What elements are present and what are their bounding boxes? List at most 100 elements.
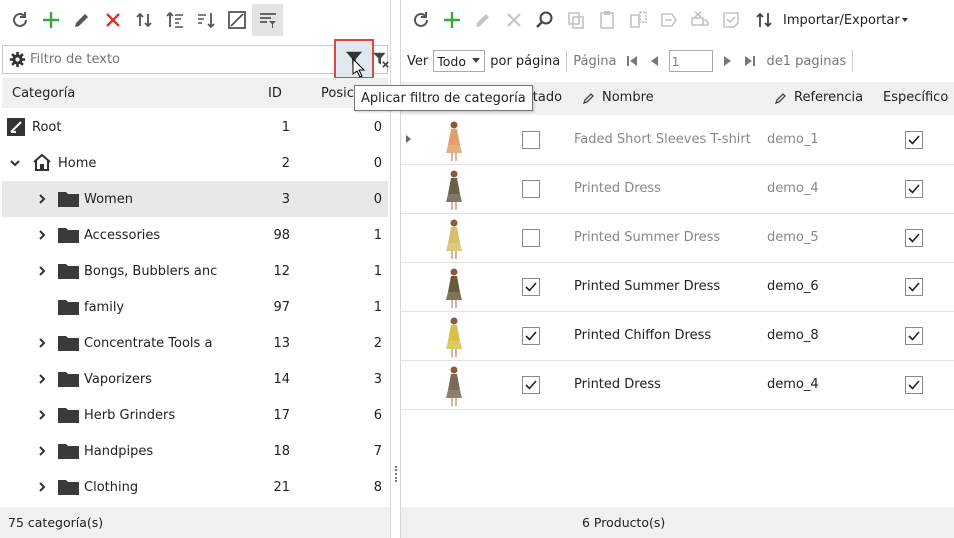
move-button[interactable] — [128, 4, 159, 36]
reference-column-header[interactable]: Referencia — [774, 90, 863, 105]
folder-icon — [58, 263, 79, 279]
sort-down-button[interactable] — [190, 4, 221, 36]
category-row-handpipes[interactable]: Handpipes 18 7 — [2, 433, 388, 469]
close-icon — [105, 13, 120, 27]
delete-button[interactable] — [97, 4, 128, 36]
category-position: 1 — [373, 263, 382, 279]
category-row-women[interactable]: Women 3 0 — [2, 181, 388, 217]
text-filter-input[interactable] — [28, 47, 328, 72]
product-name: Printed Chiffon Dress — [574, 328, 712, 343]
import-export-menu[interactable]: Importar/Exportar — [783, 13, 908, 28]
product-row[interactable]: Faded Short Sleeves T-shirt demo_1 — [401, 116, 954, 165]
product-row[interactable]: Printed Dress demo_4 — [401, 361, 954, 410]
product-name: Printed Dress — [574, 181, 661, 196]
specific-checkbox[interactable] — [905, 131, 923, 149]
chevron-right-icon[interactable] — [35, 408, 49, 422]
category-row-herb-grinders[interactable]: Herb Grinders 17 6 — [2, 397, 388, 433]
category-row-root[interactable]: Root 1 0 — [2, 109, 388, 145]
category-row-concentrate-tools[interactable]: Concentrate Tools a 13 2 — [2, 325, 388, 361]
prev-page-icon[interactable] — [643, 50, 665, 72]
per-page-select[interactable]: Todo — [433, 50, 486, 72]
product-name: Printed Summer Dress — [574, 230, 721, 245]
status-checkbox[interactable] — [522, 376, 540, 394]
category-column-header[interactable]: Categoría — [12, 86, 75, 101]
position-column-header[interactable]: Posic — [321, 86, 354, 101]
tag-arrow-icon — [660, 13, 677, 27]
refresh-products-button[interactable] — [405, 4, 436, 36]
specific-checkbox[interactable] — [905, 327, 923, 345]
assign-button[interactable] — [653, 4, 684, 36]
chevron-right-icon[interactable] — [35, 372, 49, 386]
sort-up-button[interactable] — [159, 4, 190, 36]
mouse-cursor-icon — [352, 57, 366, 82]
status-checkbox[interactable] — [522, 278, 540, 296]
categories-count: 75 categoría(s) — [0, 507, 390, 538]
status-checkbox[interactable] — [522, 180, 540, 198]
add-button[interactable] — [35, 4, 66, 36]
per-page-label: por página — [490, 53, 561, 69]
status-checkbox[interactable] — [522, 131, 540, 149]
product-row[interactable]: Printed Chiffon Dress demo_8 — [401, 312, 954, 361]
product-thumbnail — [443, 218, 465, 260]
product-reference: demo_5 — [767, 230, 819, 245]
delete-product-button[interactable] — [498, 4, 529, 36]
divider — [566, 50, 568, 72]
products-toolbar: Importar/Exportar — [401, 0, 954, 40]
category-id: 2 — [281, 155, 290, 171]
specific-column-header[interactable]: Específico — [883, 90, 948, 105]
specific-checkbox[interactable] — [905, 278, 923, 296]
product-name: Faded Short Sleeves T-shirt — [574, 132, 751, 147]
category-position: 6 — [373, 407, 382, 423]
category-row-accessories[interactable]: Accessories 98 1 — [2, 217, 388, 253]
search-button[interactable] — [529, 4, 560, 36]
chevron-right-icon[interactable] — [35, 228, 49, 242]
category-row-vaporizers[interactable]: Vaporizers 14 3 — [2, 361, 388, 397]
filter-toggle-button[interactable] — [252, 4, 283, 36]
splitter-grip-icon[interactable] — [395, 466, 397, 482]
duplicate-button[interactable] — [622, 4, 653, 36]
copy-button[interactable] — [560, 4, 591, 36]
specific-checkbox[interactable] — [905, 229, 923, 247]
status-checkbox[interactable] — [522, 327, 540, 345]
add-product-button[interactable] — [436, 4, 467, 36]
categories-pane: Categoría ID Posic Root 1 0 Home 2 0 — [0, 0, 390, 538]
chevron-right-icon[interactable] — [35, 336, 49, 350]
products-table: Faded Short Sleeves T-shirt demo_1 Printed… — [401, 116, 954, 411]
specific-checkbox[interactable] — [905, 180, 923, 198]
product-row[interactable]: Printed Summer Dress demo_5 — [401, 214, 954, 263]
status-checkbox[interactable] — [522, 229, 540, 247]
image-button[interactable] — [221, 4, 252, 36]
edit-product-button[interactable] — [467, 4, 498, 36]
chevron-right-icon[interactable] — [35, 444, 49, 458]
product-row[interactable]: Printed Summer Dress demo_6 — [401, 263, 954, 312]
chevron-right-icon[interactable] — [35, 264, 49, 278]
paste-button[interactable] — [591, 4, 622, 36]
page-label: Página — [573, 53, 617, 69]
page-number-input[interactable] — [668, 50, 713, 72]
chevron-right-icon[interactable] — [35, 192, 49, 206]
specific-checkbox[interactable] — [905, 376, 923, 394]
category-row-bongs[interactable]: Bongs, Bubblers anc 12 1 — [2, 253, 388, 289]
first-page-icon[interactable] — [621, 50, 643, 72]
category-row-home[interactable]: Home 2 0 — [2, 145, 388, 181]
category-name: Bongs, Bubblers anc — [84, 263, 218, 279]
chevron-down-icon[interactable] — [8, 156, 22, 170]
gear-icon[interactable] — [6, 49, 28, 71]
last-page-icon[interactable] — [739, 50, 761, 72]
chevron-right-icon[interactable] — [35, 480, 49, 494]
clipboard-icon — [599, 11, 614, 29]
next-page-icon[interactable] — [717, 50, 739, 72]
id-column-header[interactable]: ID — [268, 86, 282, 101]
edit-button[interactable] — [66, 4, 97, 36]
category-position: 0 — [373, 155, 382, 171]
import-export-icon-button[interactable] — [748, 4, 779, 36]
category-row-family[interactable]: family 97 1 — [2, 289, 388, 325]
unassign-button[interactable] — [684, 4, 715, 36]
clear-filter-button[interactable] — [372, 50, 390, 70]
refresh-button[interactable] — [4, 4, 35, 36]
product-row[interactable]: Printed Dress demo_4 — [401, 165, 954, 214]
name-column-header[interactable]: Nombre — [582, 90, 654, 105]
category-row-clothing[interactable]: Clothing 21 8 — [2, 469, 388, 505]
pane-splitter[interactable] — [390, 0, 401, 538]
verify-button[interactable] — [715, 4, 746, 36]
